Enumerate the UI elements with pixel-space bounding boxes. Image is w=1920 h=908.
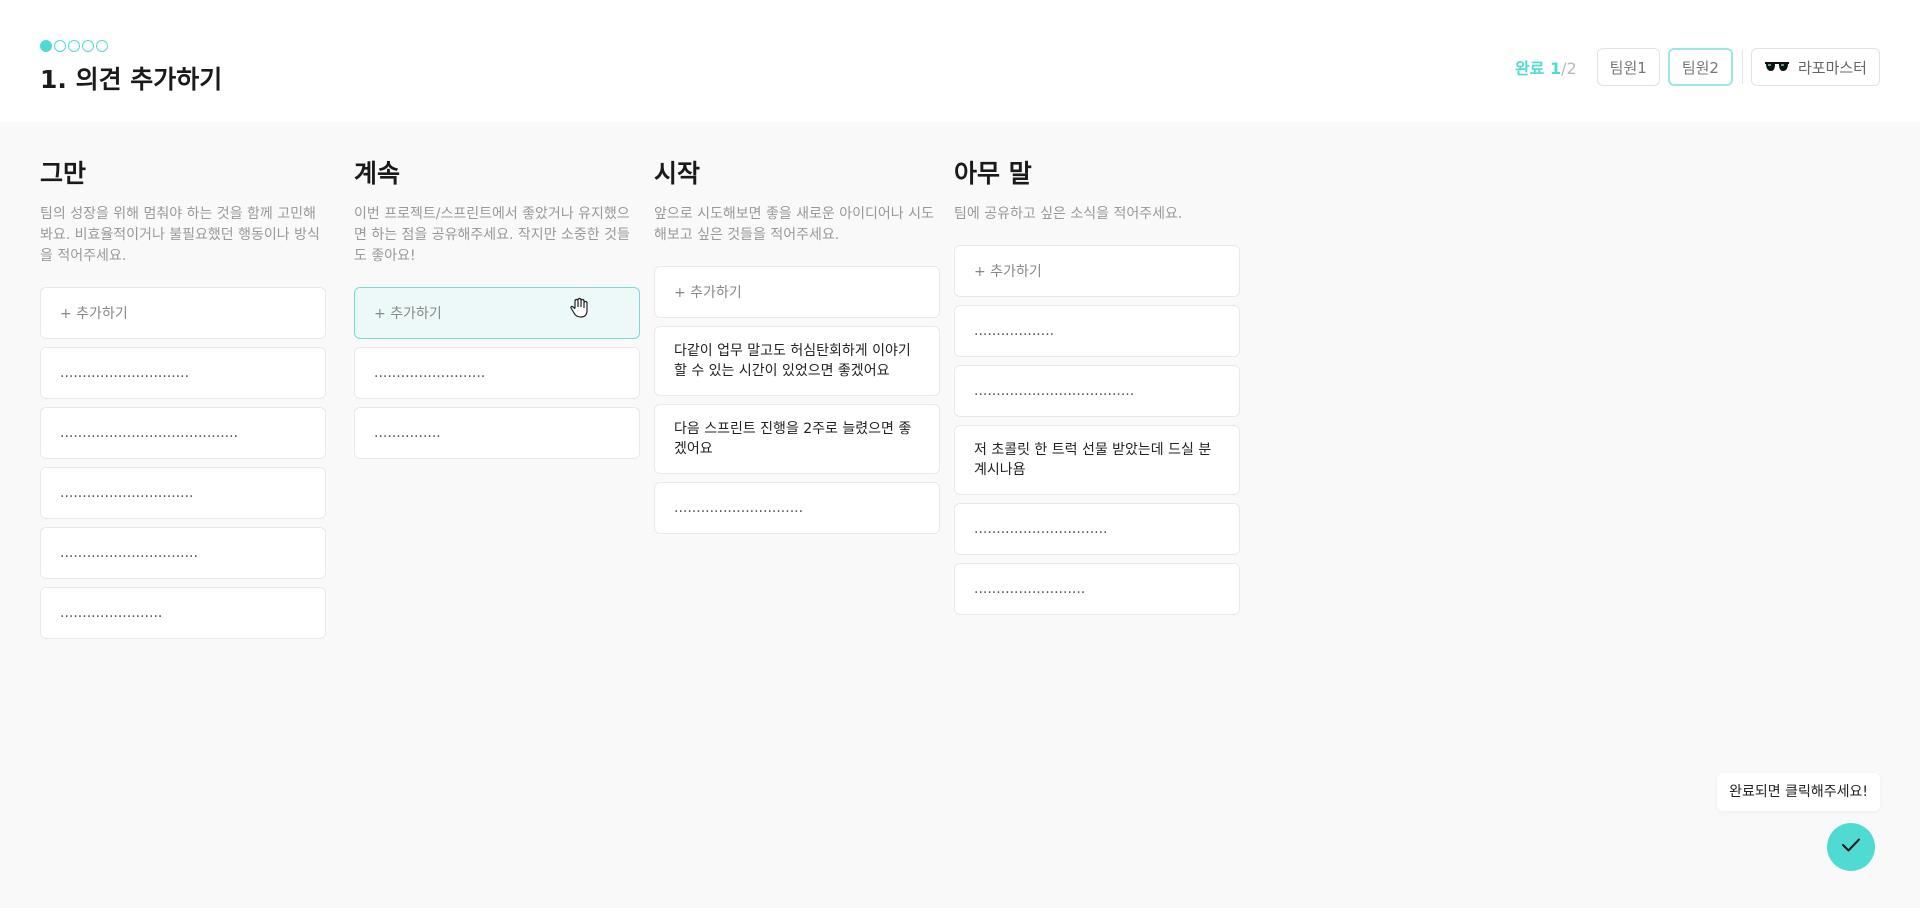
step-indicator [40, 40, 108, 52]
column-start: 시작 앞으로 시도해보면 좋을 새로운 아이디어나 시도해보고 싶은 것들을 적… [654, 154, 940, 542]
card[interactable]: .................. [954, 305, 1240, 357]
add-card-button[interactable]: + 추가하기 [654, 266, 940, 318]
add-card-button[interactable]: + 추가하기 [954, 245, 1240, 297]
step-dot-5 [96, 40, 108, 52]
card[interactable]: ......................... [954, 563, 1240, 615]
card[interactable]: .................................... [954, 365, 1240, 417]
add-card-button[interactable]: + 추가하기 [354, 287, 640, 339]
page-title: 1. 의견 추가하기 [40, 65, 223, 94]
column-stop: 그만 팀의 성장을 위해 멈춰야 하는 것을 함께 고민해봐요. 비효율적이거나… [40, 154, 326, 647]
column-title: 계속 [354, 159, 401, 188]
card[interactable]: 다같이 업무 말고도 허심탄회하게 이야기할 수 있는 시간이 있었으면 좋겠어… [654, 326, 940, 396]
hand-cursor-icon [569, 297, 589, 323]
column-description: 팀의 성장을 위해 멈춰야 하는 것을 함께 고민해봐요. 비효율적이거나 불필… [40, 206, 320, 264]
add-card-button[interactable]: + 추가하기 [40, 287, 326, 339]
progress-total: /2 [1561, 59, 1577, 78]
header-controls: 완료 1/2 팀원1 팀원2 라포마스터 [1515, 48, 1880, 86]
header-divider [1741, 50, 1743, 84]
progress-indicator: 완료 1/2 [1515, 55, 1577, 79]
card[interactable]: ......................... [354, 347, 640, 399]
card[interactable]: ....................... [40, 587, 326, 639]
done-button[interactable] [1827, 823, 1875, 871]
card[interactable]: ............................. [40, 347, 326, 399]
check-icon [1841, 837, 1861, 857]
column-anything: 아무 말 팀에 공유하고 싶은 소식을 적어주세요. + 추가하기 ......… [954, 154, 1240, 623]
card[interactable]: ............................. [654, 482, 940, 534]
column-description: 앞으로 시도해보면 좋을 새로운 아이디어나 시도해보고 싶은 것들을 적어주세… [654, 206, 934, 243]
step-dot-1 [40, 40, 52, 52]
column-continue: 계속 이번 프로젝트/스프린트에서 좋았거나 유지했으면 하는 점을 공유해주세… [354, 154, 640, 467]
step-dot-2 [54, 40, 66, 52]
column-description: 팀에 공유하고 싶은 소식을 적어주세요. [954, 206, 1183, 222]
done-tooltip: 완료되면 클릭해주세요! [1717, 773, 1880, 811]
sunglasses-icon [1764, 61, 1790, 73]
card[interactable]: 다음 스프린트 진행을 2주로 늘렸으면 좋겠어요 [654, 404, 940, 474]
header: 1. 의견 추가하기 완료 1/2 팀원1 팀원2 라포마스터 [0, 0, 1920, 122]
card[interactable]: 저 초콜릿 한 트럭 선물 받았는데 드실 분 계시나욤 [954, 425, 1240, 495]
column-title: 시작 [654, 159, 701, 188]
user-name: 라포마스터 [1797, 58, 1867, 77]
card[interactable]: .............................. [954, 503, 1240, 555]
card[interactable]: .............................. [40, 467, 326, 519]
card[interactable]: ........................................ [40, 407, 326, 459]
member-button-1[interactable]: 팀원1 [1596, 48, 1660, 86]
step-dot-4 [82, 40, 94, 52]
progress-done: 완료 1 [1514, 59, 1562, 78]
card[interactable]: ............... [354, 407, 640, 459]
column-title: 그만 [40, 159, 87, 188]
add-card-label: + 추가하기 [374, 306, 442, 322]
card[interactable]: ............................... [40, 527, 326, 579]
user-profile-button[interactable]: 라포마스터 [1750, 48, 1880, 86]
column-title: 아무 말 [954, 159, 1032, 188]
step-dot-3 [68, 40, 80, 52]
member-button-2[interactable]: 팀원2 [1667, 48, 1733, 86]
column-description: 이번 프로젝트/스프린트에서 좋았거나 유지했으면 하는 점을 공유해주세요. … [354, 206, 630, 264]
